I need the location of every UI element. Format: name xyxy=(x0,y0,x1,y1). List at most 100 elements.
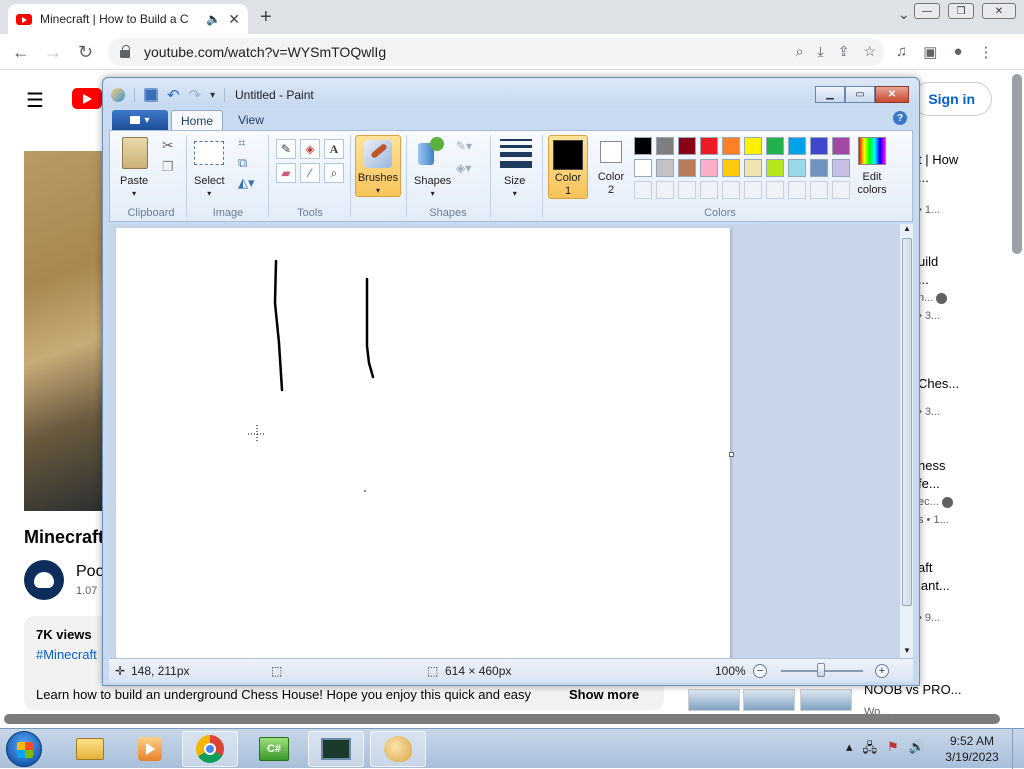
palette-swatch[interactable] xyxy=(678,159,696,177)
palette-swatch[interactable] xyxy=(656,137,674,155)
youtube-logo-icon[interactable] xyxy=(72,88,102,109)
close-button[interactable]: ✕ xyxy=(982,3,1016,19)
shapes-button[interactable]: Shapes ▾ xyxy=(414,175,451,199)
taskbar-csharp-app[interactable]: C# xyxy=(246,731,302,767)
customize-qat-icon[interactable]: ▾ xyxy=(210,90,215,101)
palette-swatch[interactable] xyxy=(722,137,740,155)
hamburger-menu-icon[interactable]: ☰ xyxy=(26,88,44,113)
redo-icon[interactable]: ↷ xyxy=(189,86,202,104)
cut-icon[interactable]: ✂ xyxy=(162,137,174,154)
eraser-icon[interactable]: ▰ xyxy=(276,163,296,183)
canvas-resize-handle[interactable] xyxy=(729,452,734,457)
help-icon[interactable]: ? xyxy=(893,111,907,125)
paint-titlebar[interactable]: ↶ ↷ ▾ Untitled - Paint ▁ ▭ ✕ xyxy=(103,78,919,108)
color2-swatch[interactable] xyxy=(600,141,622,163)
palette-swatch[interactable] xyxy=(766,159,784,177)
taskbar-chrome[interactable] xyxy=(182,731,238,767)
brushes-button[interactable]: Brushes ▾ xyxy=(355,135,401,197)
rotate-icon[interactable]: ◭▾ xyxy=(238,175,255,191)
action-center-icon[interactable]: ⚑ xyxy=(887,739,899,761)
select-button[interactable]: Select ▾ xyxy=(194,175,225,199)
color1-button[interactable]: Color 1 xyxy=(548,135,588,199)
reload-icon[interactable]: ↻ xyxy=(78,42,93,63)
crop-icon[interactable]: ⌗ xyxy=(238,135,245,151)
hashtag-link[interactable]: #Minecraft xyxy=(36,647,97,662)
palette-swatch[interactable] xyxy=(722,159,740,177)
palette-empty-swatch[interactable] xyxy=(634,181,652,199)
sign-in-button[interactable]: Sign in xyxy=(912,82,992,116)
canvas-vertical-scrollbar[interactable]: ▲ ▼ xyxy=(899,224,913,658)
browser-tab[interactable]: Minecraft | How to Build a C 🔈 ✕ xyxy=(8,4,248,34)
palette-swatch[interactable] xyxy=(832,137,850,155)
minimize-button[interactable]: — xyxy=(914,3,940,19)
palette-empty-swatch[interactable] xyxy=(678,181,696,199)
paste-button[interactable]: Paste ▾ xyxy=(120,175,148,199)
palette-swatch[interactable] xyxy=(744,137,762,155)
bookmark-star-icon[interactable]: ☆ xyxy=(863,43,876,60)
show-more-button[interactable]: Show more xyxy=(569,687,639,702)
paint-app-icon[interactable] xyxy=(111,88,125,102)
start-button[interactable] xyxy=(6,731,42,767)
scroll-thumb[interactable] xyxy=(902,238,912,606)
scroll-down-icon[interactable]: ▼ xyxy=(903,646,911,655)
rec-thumbnail[interactable] xyxy=(688,689,740,711)
video-player[interactable] xyxy=(24,151,104,511)
search-icon[interactable]: ⌕ xyxy=(796,43,804,60)
palette-swatch[interactable] xyxy=(678,137,696,155)
profile-avatar-icon[interactable]: ● xyxy=(953,43,962,61)
tab-view[interactable]: View xyxy=(231,110,271,130)
palette-swatch[interactable] xyxy=(744,159,762,177)
install-icon[interactable]: ⤓ xyxy=(818,43,824,60)
volume-icon[interactable]: 🔊 xyxy=(909,739,925,761)
shape-fill-icon[interactable]: ◈▾ xyxy=(456,161,471,175)
palette-swatch[interactable] xyxy=(700,159,718,177)
tray-expand-icon[interactable]: ▴ xyxy=(846,739,853,761)
palette-swatch[interactable] xyxy=(634,137,652,155)
paint-close-button[interactable]: ✕ xyxy=(875,86,909,103)
kebab-menu-icon[interactable]: ⋮ xyxy=(979,43,994,61)
media-control-icon[interactable]: ♫ xyxy=(896,43,907,61)
pencil-icon[interactable]: ✎ xyxy=(276,139,296,159)
outline-icon[interactable]: ✎▾ xyxy=(456,139,472,153)
address-bar[interactable]: youtube.com/watch?v=WYSmTOQwlIg ⌕ ⤓ ⇪ ☆ xyxy=(108,38,884,66)
scroll-up-icon[interactable]: ▲ xyxy=(903,224,911,233)
side-panel-icon[interactable]: ▣ xyxy=(923,43,937,61)
copy-icon[interactable]: ❐ xyxy=(162,159,174,175)
paint-file-menu-button[interactable]: ▾ xyxy=(112,110,168,130)
edit-colors-icon[interactable] xyxy=(858,137,886,165)
palette-empty-swatch[interactable] xyxy=(766,181,784,199)
palette-empty-swatch[interactable] xyxy=(656,181,674,199)
palette-swatch[interactable] xyxy=(788,137,806,155)
lock-icon[interactable] xyxy=(120,45,130,58)
palette-empty-swatch[interactable] xyxy=(788,181,806,199)
edit-colors-button[interactable]: Edit colors xyxy=(854,171,890,197)
back-arrow-icon[interactable]: ← xyxy=(12,42,30,63)
channel-avatar[interactable] xyxy=(24,560,64,600)
page-horizontal-scrollbar[interactable] xyxy=(4,714,1000,724)
palette-empty-swatch[interactable] xyxy=(810,181,828,199)
url-text[interactable]: youtube.com/watch?v=WYSmTOQwlIg xyxy=(144,44,386,60)
tab-close-icon[interactable]: ✕ xyxy=(228,11,240,28)
taskbar-terminal-app[interactable] xyxy=(308,731,364,767)
palette-swatch[interactable] xyxy=(700,137,718,155)
palette-swatch[interactable] xyxy=(656,159,674,177)
palette-swatch[interactable] xyxy=(832,159,850,177)
palette-empty-swatch[interactable] xyxy=(832,181,850,199)
drawing-canvas[interactable] xyxy=(116,228,730,658)
color2-button[interactable]: Color 2 xyxy=(594,171,628,197)
rec-thumbnail[interactable] xyxy=(800,689,852,711)
palette-empty-swatch[interactable] xyxy=(722,181,740,199)
page-vertical-scrollbar[interactable] xyxy=(1012,74,1022,254)
resize-icon[interactable]: ⧉ xyxy=(238,155,247,171)
palette-swatch[interactable] xyxy=(810,159,828,177)
zoom-in-button[interactable]: + xyxy=(875,664,889,678)
text-tool-icon[interactable]: A xyxy=(324,139,344,159)
zoom-out-button[interactable]: − xyxy=(753,664,767,678)
magnifier-icon[interactable]: ⌕ xyxy=(324,163,344,183)
palette-swatch[interactable] xyxy=(766,137,784,155)
palette-swatch[interactable] xyxy=(788,159,806,177)
zoom-slider-thumb[interactable] xyxy=(817,663,825,677)
taskbar-paint[interactable] xyxy=(370,731,426,767)
color-picker-icon[interactable]: ⁄ xyxy=(300,163,320,183)
taskbar-clock[interactable]: 9:52 AM 3/19/2023 xyxy=(940,733,1004,765)
